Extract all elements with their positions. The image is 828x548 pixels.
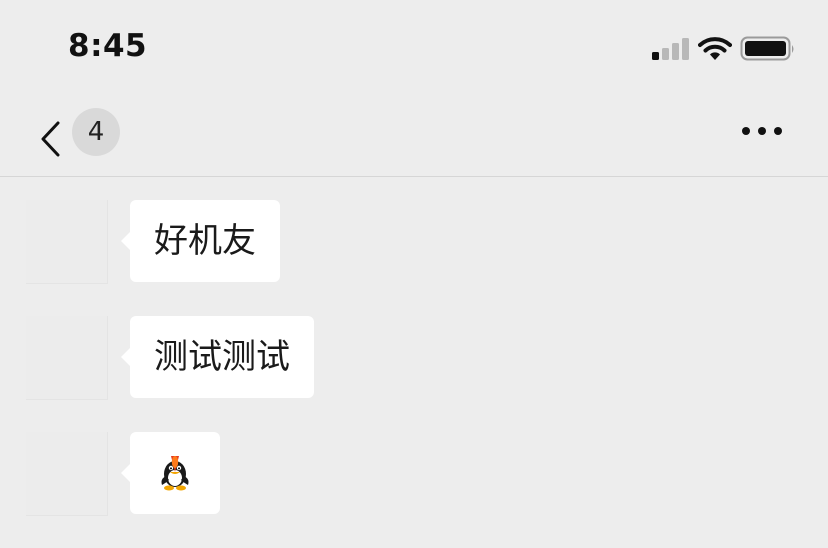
avatar[interactable] [26, 316, 108, 400]
avatar[interactable] [26, 200, 108, 284]
message-row: 好机友 [0, 200, 828, 284]
battery-icon [740, 36, 794, 61]
chevron-left-icon [41, 121, 60, 157]
status-bar: 8:45 [0, 0, 828, 98]
wifi-icon [698, 37, 732, 60]
unread-count-badge: 4 [72, 108, 120, 156]
chat-message-list[interactable]: 好机友 测试测试 [0, 177, 828, 548]
message-row [0, 432, 828, 516]
status-time: 8:45 [68, 28, 148, 64]
sticker-bubble[interactable] [121, 432, 220, 514]
message-bubble[interactable]: 好机友 [121, 200, 280, 282]
qq-penguin-icon [161, 456, 189, 491]
nav-bar: 4 [0, 98, 828, 177]
more-dots-icon[interactable] [738, 116, 790, 146]
back-button[interactable]: 4 [34, 108, 130, 166]
message-bubble[interactable]: 测试测试 [121, 316, 314, 398]
signal-bars-icon [652, 38, 689, 60]
message-row: 测试测试 [0, 316, 828, 400]
avatar[interactable] [26, 432, 108, 516]
